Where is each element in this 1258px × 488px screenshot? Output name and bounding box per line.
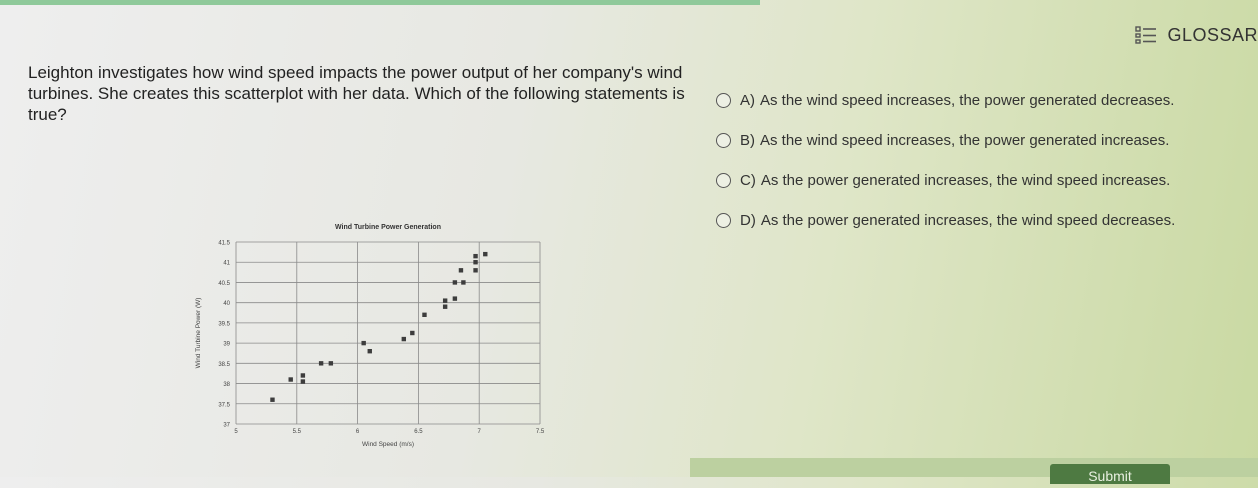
option-letter: C) (740, 171, 756, 189)
y-tick-label: 38 (223, 382, 230, 388)
submit-button[interactable]: Submit (1050, 464, 1170, 484)
option-text: As the power generated increases, the wi… (760, 211, 1176, 229)
y-tick-label: 38.5 (218, 362, 230, 368)
data-point (473, 260, 478, 265)
option-letter: D) (740, 211, 756, 229)
option-b[interactable]: B) As the wind speed increases, the powe… (716, 120, 1175, 160)
data-point (300, 379, 306, 384)
answer-options: A) As the wind speed increases, the powe… (716, 80, 1175, 240)
data-point (401, 336, 407, 342)
option-letter: B) (740, 131, 755, 149)
y-tick-label: 40.5 (218, 281, 230, 287)
x-axis-label: Wind Speed (m/s) (362, 441, 414, 448)
option-letter: A) (740, 91, 755, 109)
data-point (270, 397, 275, 402)
x-tick-label: 6.5 (414, 429, 423, 435)
y-tick-label: 41.5 (218, 241, 230, 247)
data-point (410, 330, 415, 336)
y-tick-label: 39.5 (218, 321, 230, 327)
option-a[interactable]: A) As the wind speed increases, the powe… (716, 80, 1175, 120)
data-point (367, 349, 372, 354)
option-text: As the power generated increases, the wi… (760, 171, 1171, 189)
x-tick-label: 7 (478, 429, 482, 435)
data-point (452, 280, 458, 285)
data-point (461, 280, 466, 285)
scatterplot-svg: 37 37.5 38 38.5 39 39.5 40 40.5 41 41.5 5 5.5 6 6.5 7 7… (195, 224, 545, 448)
data-point (288, 377, 293, 382)
data-point (318, 361, 324, 366)
y-tick-label: 37 (223, 423, 230, 429)
data-point (473, 268, 478, 273)
radio-a[interactable] (716, 92, 731, 108)
y-tick-label: 41 (223, 261, 230, 267)
data-point (458, 268, 464, 273)
glossary-button[interactable]: GLOSSAR (1135, 20, 1258, 50)
data-point (442, 304, 448, 309)
scatterplot: 37 37.5 38 38.5 39 39.5 40 40.5 41 41.5 5 5.5 6 6.5 7 7… (190, 215, 560, 455)
radio-d[interactable] (716, 212, 731, 228)
x-tick-label: 5 (234, 429, 238, 435)
y-axis-label: Wind Turbine Power (W) (195, 298, 202, 369)
y-tick-label: 40 (223, 301, 230, 307)
data-point (328, 361, 334, 366)
data-point (473, 253, 478, 259)
radio-c[interactable] (716, 172, 731, 188)
footer-bar (690, 458, 1258, 477)
progress-bar (0, 0, 760, 5)
data-point (442, 298, 448, 303)
x-tick-label: 7.5 (536, 429, 545, 435)
data-point (361, 340, 366, 346)
data-point (300, 373, 306, 378)
option-c[interactable]: C) As the power generated increases, the… (716, 160, 1175, 200)
data-point (452, 296, 458, 301)
x-tick-label: 6 (356, 429, 360, 435)
data-point (483, 251, 488, 257)
y-tick-label: 39 (223, 342, 230, 348)
list-icon (1135, 25, 1157, 45)
option-text: As the wind speed increases, the power g… (760, 91, 1175, 109)
x-tick-label: 5.5 (293, 429, 302, 435)
glossary-label: GLOSSAR (1167, 24, 1258, 45)
data-point (422, 312, 427, 317)
option-d[interactable]: D) As the power generated increases, the… (716, 200, 1175, 240)
option-text: As the wind speed increases, the power g… (760, 131, 1170, 149)
chart-title: Wind Turbine Power Generation (335, 224, 441, 231)
radio-b[interactable] (716, 132, 731, 148)
question-text: Leighton investigates how wind speed imp… (28, 63, 685, 124)
y-tick-label: 37.5 (218, 402, 230, 408)
